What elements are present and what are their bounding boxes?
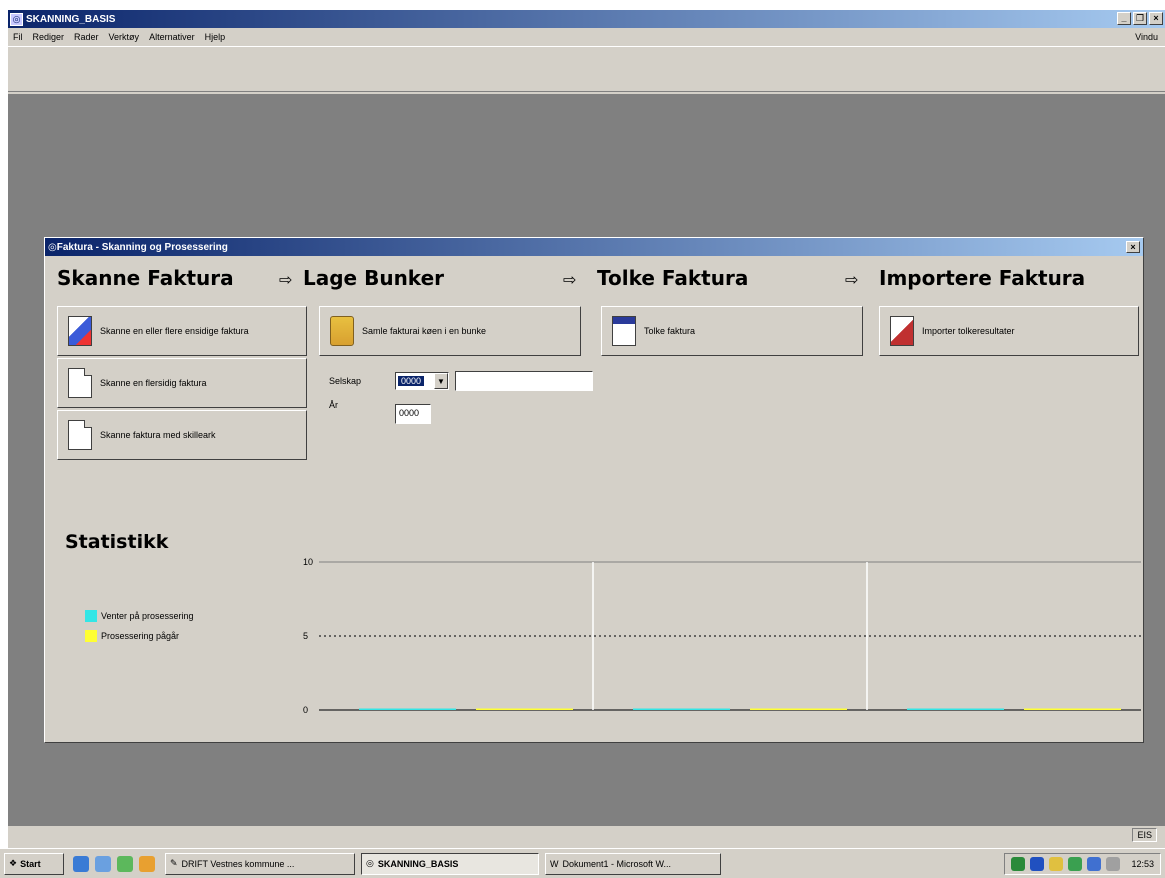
taskbar-item-skanning[interactable]: ◎ SKANNING_BASIS	[361, 852, 539, 875]
mdi-workspace: ◎ Faktura - Skanning og Prosessering × S…	[8, 94, 1165, 831]
outlook-icon[interactable]	[95, 855, 111, 872]
importer-label: Importer tolkeresultater	[922, 326, 1015, 336]
faktura-window: ◎ Faktura - Skanning og Prosessering × S…	[44, 237, 1144, 743]
selskap-value: 0000	[398, 376, 425, 386]
status-bar: EIS	[8, 825, 1165, 845]
taskbar-item-label: DRIFT Vestnes kommune ...	[181, 858, 295, 869]
minimize-button[interactable]: _	[1117, 12, 1131, 25]
restore-button[interactable]: ❐	[1133, 12, 1147, 25]
bar-venter	[633, 708, 730, 710]
media-player-icon[interactable]	[139, 855, 155, 872]
legend-item-pagar: Prosessering pågår	[85, 630, 179, 642]
taskbar: ❖ Start ✎ DRIFT Vestnes kommune ... ◎ SK…	[0, 848, 1165, 878]
menu-vindu[interactable]: Vindu	[1130, 32, 1163, 42]
menu-rediger[interactable]: Rediger	[28, 32, 70, 42]
legend-label: Prosessering pågår	[101, 631, 180, 641]
selskap-name-field[interactable]	[455, 371, 593, 391]
skanne-flersidig-label: Skanne en flersidig faktura	[100, 378, 207, 388]
selskap-combo[interactable]: 0000 ▼	[395, 372, 449, 390]
start-button[interactable]: ❖ Start	[4, 852, 64, 875]
samle-bunke-label: Samle fakturai køen i en bunke	[362, 326, 487, 336]
ar-label: År	[329, 400, 338, 410]
menu-hjelp[interactable]: Hjelp	[200, 32, 231, 42]
toolbar	[8, 46, 1165, 92]
statistikk-chart: 10 5 0	[303, 557, 1141, 715]
app-icon: ◎	[10, 12, 23, 26]
document-icon	[68, 420, 92, 450]
volume-icon[interactable]	[1049, 857, 1064, 871]
skanne-ensidige-button[interactable]: Skanne en eller flere ensidige faktura	[57, 306, 307, 356]
arrow-icon: ⇨	[279, 272, 293, 289]
menu-rader[interactable]: Rader	[69, 32, 104, 42]
y-tick-label: 10	[303, 557, 313, 567]
interpret-icon	[612, 316, 636, 346]
taskbar-item-label: SKANNING_BASIS	[377, 858, 459, 869]
window-controls: _ ❐ ×	[1117, 12, 1163, 25]
windows-logo-icon: ❖	[9, 858, 18, 868]
tray-icon[interactable]	[1106, 857, 1121, 871]
heading-skanne-faktura: Skanne Faktura	[57, 266, 234, 290]
word-icon: W	[550, 858, 559, 869]
samle-bunke-button[interactable]: Samle fakturai køen i en bunke	[319, 306, 581, 356]
skanne-skilleark-label: Skanne faktura med skilleark	[100, 430, 216, 440]
app-window: ◎ SKANNING_BASIS _ ❐ × Fil Rediger Rader…	[8, 10, 1165, 878]
importer-button[interactable]: Importer tolkeresultater	[879, 306, 1139, 356]
bar-venter	[907, 708, 1004, 710]
scan-icon	[68, 316, 92, 346]
legend-label: Venter på prosessering	[101, 611, 194, 621]
heading-tolke-faktura: Tolke Faktura	[597, 266, 749, 290]
tolke-faktura-label: Tolke faktura	[644, 326, 696, 336]
faktura-title: Faktura - Skanning og Prosessering	[56, 241, 228, 253]
clock: 12:53	[1131, 859, 1154, 869]
y-tick-label: 0	[303, 705, 308, 715]
desktop-icon[interactable]	[117, 855, 133, 872]
legend-item-venter: Venter på prosessering	[85, 610, 194, 622]
chevron-down-icon[interactable]: ▼	[434, 373, 448, 389]
arrow-icon: ⇨	[845, 272, 859, 289]
legend-swatch	[85, 630, 97, 642]
folder-icon: ✎	[170, 858, 178, 868]
bar-pagar	[476, 708, 573, 710]
menu-verktoy[interactable]: Verktøy	[104, 32, 145, 42]
tolke-faktura-button[interactable]: Tolke faktura	[601, 306, 863, 356]
faktura-titlebar[interactable]: ◎ Faktura - Skanning og Prosessering ×	[45, 238, 1143, 256]
language-indicator[interactable]: EIS	[1132, 828, 1157, 842]
menu-fil[interactable]: Fil	[8, 32, 28, 42]
child-app-icon: ◎	[48, 241, 57, 253]
tray-icon[interactable]	[1068, 857, 1083, 871]
start-label: Start	[20, 858, 41, 869]
y-tick-label: 5	[303, 631, 308, 641]
arrow-icon: ⇨	[563, 272, 577, 289]
app-task-icon: ◎	[366, 858, 374, 868]
heading-lage-bunker: Lage Bunker	[303, 266, 444, 290]
tray-icon[interactable]	[1087, 857, 1102, 871]
internet-explorer-icon[interactable]	[73, 855, 89, 872]
faktura-close-button[interactable]: ×	[1126, 241, 1140, 253]
taskbar-item-drift[interactable]: ✎ DRIFT Vestnes kommune ...	[165, 852, 355, 875]
heading-importere-faktura: Importere Faktura	[879, 266, 1086, 290]
selskap-label: Selskap	[329, 376, 362, 386]
taskbar-item-dokument[interactable]: W Dokument1 - Microsoft W...	[545, 852, 721, 875]
bar-pagar	[750, 708, 847, 710]
app-title: SKANNING_BASIS	[26, 13, 116, 25]
bar-pagar	[1024, 708, 1121, 710]
menu-alternativer[interactable]: Alternativer	[144, 32, 200, 42]
skanne-flersidig-button[interactable]: Skanne en flersidig faktura	[57, 358, 307, 408]
skanne-skilleark-button[interactable]: Skanne faktura med skilleark	[57, 410, 307, 460]
document-icon	[68, 368, 92, 398]
tray-icon[interactable]	[1011, 857, 1026, 871]
close-button[interactable]: ×	[1149, 12, 1163, 25]
batch-icon	[330, 316, 354, 346]
legend-swatch	[85, 610, 97, 622]
statistikk-title: Statistikk	[65, 531, 169, 553]
menubar: Fil Rediger Rader Verktøy Alternativer H…	[8, 28, 1165, 45]
import-icon	[890, 316, 914, 346]
ar-field[interactable]: 0000	[395, 404, 431, 424]
taskbar-item-label: Dokument1 - Microsoft W...	[562, 858, 672, 869]
bar-venter	[359, 708, 456, 710]
tray-icon[interactable]	[1030, 857, 1045, 871]
app-titlebar[interactable]: ◎ SKANNING_BASIS _ ❐ ×	[8, 10, 1165, 28]
system-tray: 12:53	[1004, 853, 1161, 875]
skanne-ensidige-label: Skanne en eller flere ensidige faktura	[100, 326, 249, 336]
